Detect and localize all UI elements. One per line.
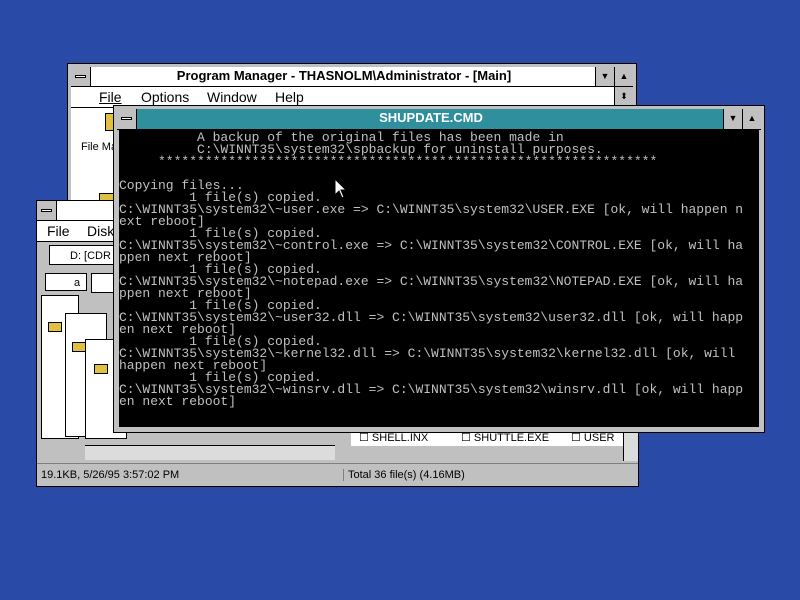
system-menu-icon[interactable] <box>71 67 91 86</box>
status-bar: 19.1KB, 5/26/95 3:57:02 PM Total 36 file… <box>37 463 638 486</box>
horizontal-scrollbar[interactable] <box>85 445 335 460</box>
restore-button[interactable]: ⬍ <box>614 87 633 107</box>
drive-a-label: a <box>74 277 81 289</box>
drive-a-button[interactable]: a <box>45 273 87 291</box>
file-name: SHUTTLE.EXE <box>473 432 550 444</box>
console-system-menu-icon[interactable] <box>117 109 137 129</box>
mouse-cursor-icon <box>334 178 348 199</box>
folder-icon <box>72 342 86 352</box>
fm-menu-disk[interactable]: Disk <box>87 223 114 239</box>
console-window[interactable]: SHUPDATE.CMD ▼ ▲ A backup of the origina… <box>113 105 765 433</box>
folder-icon <box>94 364 108 374</box>
folder-icon <box>48 322 62 332</box>
maximize-button[interactable]: ▲ <box>614 67 633 86</box>
file-name: SHELL.INX <box>371 432 429 444</box>
program-manager-menubar: File Options Window Help ⬍ <box>71 87 633 108</box>
console-titlebar[interactable]: SHUPDATE.CMD ▼ ▲ <box>117 109 761 130</box>
status-left: 19.1KB, 5/26/95 3:57:02 PM <box>41 469 180 481</box>
status-right: Total 36 file(s) (4.16MB) <box>343 469 465 481</box>
file-manager-system-menu-icon[interactable] <box>37 201 57 220</box>
file-name: USER <box>583 432 615 444</box>
drive-select-value: D: [CDR <box>70 250 111 262</box>
vertical-scrollbar[interactable] <box>623 429 638 461</box>
menu-help[interactable]: Help <box>275 89 304 105</box>
console-output: A backup of the original files has been … <box>119 130 744 409</box>
console-minimize-button[interactable]: ▼ <box>723 109 742 129</box>
menu-window[interactable]: Window <box>207 89 257 105</box>
file-item-shell-inx[interactable]: ☐ SHELL.INX <box>359 430 428 446</box>
menu-options[interactable]: Options <box>141 89 189 105</box>
file-item-shuttle-exe[interactable]: ☐ SHUTTLE.EXE <box>461 430 549 446</box>
file-manager-icon-label: File Ma <box>81 141 118 153</box>
file-item-user[interactable]: ☐ USER <box>571 430 614 446</box>
minimize-button[interactable]: ▼ <box>595 67 614 86</box>
console-title: SHUPDATE.CMD <box>379 110 483 125</box>
program-manager-titlebar[interactable]: Program Manager - THASNOLM\Administrator… <box>71 67 633 87</box>
console-maximize-button[interactable]: ▲ <box>742 109 761 129</box>
console-output-area[interactable]: A backup of the original files has been … <box>119 130 759 427</box>
menu-file[interactable]: File <box>99 89 122 105</box>
program-manager-title: Program Manager - THASNOLM\Administrator… <box>176 68 512 83</box>
fm-menu-file[interactable]: File <box>47 223 70 239</box>
